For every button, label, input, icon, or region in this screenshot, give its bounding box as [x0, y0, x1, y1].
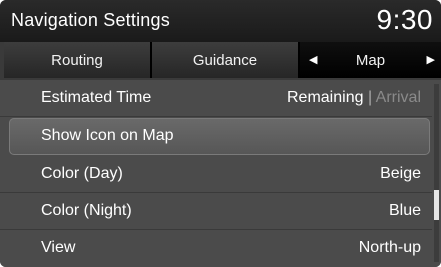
list-item-color-night[interactable]: Color (Night) Blue [0, 193, 432, 230]
list-item-show-icon-on-map[interactable]: Show Icon on Map [9, 118, 430, 155]
list-item-value: Blue [388, 202, 421, 219]
list-item-label: Show Icon on Map [41, 127, 174, 144]
list-item-label: Color (Night) [41, 202, 132, 219]
clock: 9:30 [376, 4, 433, 35]
list-item-view[interactable]: View North-up [0, 230, 432, 267]
scrollbar-thumb[interactable] [434, 190, 439, 220]
list-item-estimated-time[interactable]: Estimated Time Remaining | Arrival [0, 80, 432, 117]
settings-list: Estimated Time Remaining | Arrival Show … [0, 80, 441, 267]
arrow-right-icon[interactable]: ▶ [427, 53, 435, 66]
list-item-label: View [41, 239, 76, 256]
tab-routing[interactable]: Routing [4, 42, 152, 78]
estimated-time-value: Remaining | Arrival [287, 89, 421, 107]
value-remaining: Remaining [287, 89, 364, 106]
list-item-value: North-up [358, 239, 421, 256]
value-separator: | [367, 89, 373, 106]
tab-map-label: Map [355, 51, 386, 69]
list-item-value: Beige [380, 165, 421, 182]
list-item-label: Estimated Time [41, 89, 152, 106]
title-bar: Navigation Settings 9:30 [0, 0, 441, 42]
tab-bar: Routing Guidance ◀ Map ▶ [4, 42, 441, 78]
arrow-left-icon[interactable]: ◀ [309, 53, 317, 66]
scrollbar-track[interactable] [434, 84, 439, 262]
tab-guidance[interactable]: Guidance [152, 42, 300, 78]
list-item-label: Color (Day) [41, 165, 123, 182]
tab-map[interactable]: ◀ Map ▶ [300, 42, 441, 78]
list-item-color-day[interactable]: Color (Day) Beige [0, 156, 432, 193]
page-title: Navigation Settings [11, 10, 170, 30]
nav-settings-screen: Navigation Settings 9:30 Routing Guidanc… [0, 0, 441, 267]
value-arrival: Arrival [375, 89, 421, 106]
